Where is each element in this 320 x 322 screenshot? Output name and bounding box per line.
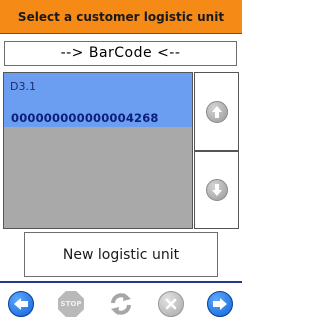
scroll-up-button[interactable] [194,72,239,151]
new-logistic-unit-button[interactable]: New logistic unit [24,232,218,277]
refresh-icon [111,293,131,315]
cancel-button[interactable] [157,290,185,318]
list-item-code: D3.1 [10,80,36,93]
stop-button[interactable]: STOP [57,290,85,318]
next-button[interactable] [206,290,234,318]
barcode-input[interactable]: --> BarCode <-- [4,41,237,66]
logistic-unit-list[interactable]: D3.1 000000000000004268 [3,72,193,229]
arrow-right-icon [207,291,233,317]
title-bar: Select a customer logistic unit [0,0,242,34]
scroll-down-button[interactable] [194,151,239,229]
back-button[interactable] [7,290,35,318]
arrow-down-icon [205,179,228,201]
close-icon [158,291,184,317]
refresh-button[interactable] [107,290,135,318]
arrow-left-icon [8,291,34,317]
bottom-toolbar: STOP [0,281,242,322]
stop-icon: STOP [58,291,84,317]
list-item[interactable]: D3.1 000000000000004268 [4,73,192,127]
page-title: Select a customer logistic unit [17,9,225,24]
arrow-up-icon [205,100,228,123]
stop-label: STOP [60,300,82,308]
list-item-barcode: 000000000000004268 [11,111,159,125]
